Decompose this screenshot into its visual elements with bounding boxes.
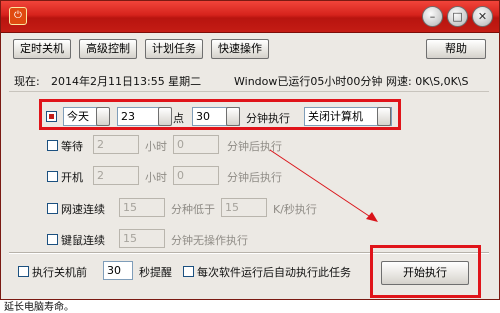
boot-hours-unit: 小时 [145,171,167,184]
net-middle-label: 分种低于 [171,203,215,216]
remind-seconds-field[interactable]: 30 [103,261,133,280]
restore-button[interactable]: □ [447,6,468,27]
title-bar[interactable]: ⏻ – □ ✕ [1,1,499,33]
remind-label: 执行关机前 [32,266,87,279]
boot-hours-field[interactable]: 2 [93,166,139,185]
idle-checkbox[interactable] [47,234,58,245]
boot-checkbox[interactable] [47,171,58,182]
boot-label: 开机 [61,171,83,184]
wait-hours-field[interactable]: 2 [93,135,139,154]
idle-label: 键鼠连续 [61,234,105,247]
auto-run-label: 每次软件运行后自动执行此任务 [197,266,351,279]
boot-suffix-label: 分钟后执行 [227,171,282,184]
advanced-control-button[interactable]: 高级控制 [79,39,137,59]
below-window-text: 延长电脑寿命。 [4,302,74,313]
wait-hours-unit: 小时 [145,140,167,153]
idle-suffix-label: 分钟无操作执行 [171,234,248,247]
app-window: ⏻ – □ ✕ 定时关机 高级控制 计划任务 快速操作 帮助 现在: 2014年… [0,0,500,300]
uptime-text: Window已运行05小时00分钟 [234,75,383,88]
power-icon: ⏻ [9,7,27,25]
quick-operation-button[interactable]: 快速操作 [211,39,269,59]
net-threshold-field[interactable]: 15 [221,198,267,217]
net-speed-checkbox[interactable] [47,203,58,214]
net-suffix-label: K/秒执行 [273,203,317,216]
net-minutes-field[interactable]: 15 [119,198,165,217]
wait-label: 等待 [61,140,83,153]
wait-minutes-field[interactable]: 0 [173,135,219,154]
current-datetime: 2014年2月11日13:55 星期二 [51,75,202,88]
boot-minutes-field[interactable]: 0 [173,166,219,185]
idle-minutes-field[interactable]: 15 [119,229,165,248]
remind-suffix-label: 秒提醒 [139,266,172,279]
group-border [9,91,489,92]
help-button[interactable]: 帮助 [426,39,486,59]
scheduled-shutdown-button[interactable]: 定时关机 [13,39,71,59]
net-speed-text: 网速: 0K\S,0K\S [386,75,469,88]
highlight-box-start [370,245,481,298]
now-label: 现在: [14,75,40,88]
close-button[interactable]: ✕ [472,6,493,27]
remind-checkbox[interactable] [18,266,29,277]
highlight-box-schedule [39,99,401,130]
wait-checkbox[interactable] [47,140,58,151]
auto-run-checkbox[interactable] [183,266,194,277]
net-speed-label: 网速连续 [61,203,105,216]
wait-suffix-label: 分钟后执行 [227,140,282,153]
plan-tasks-button[interactable]: 计划任务 [145,39,203,59]
minimize-button[interactable]: – [422,6,443,27]
